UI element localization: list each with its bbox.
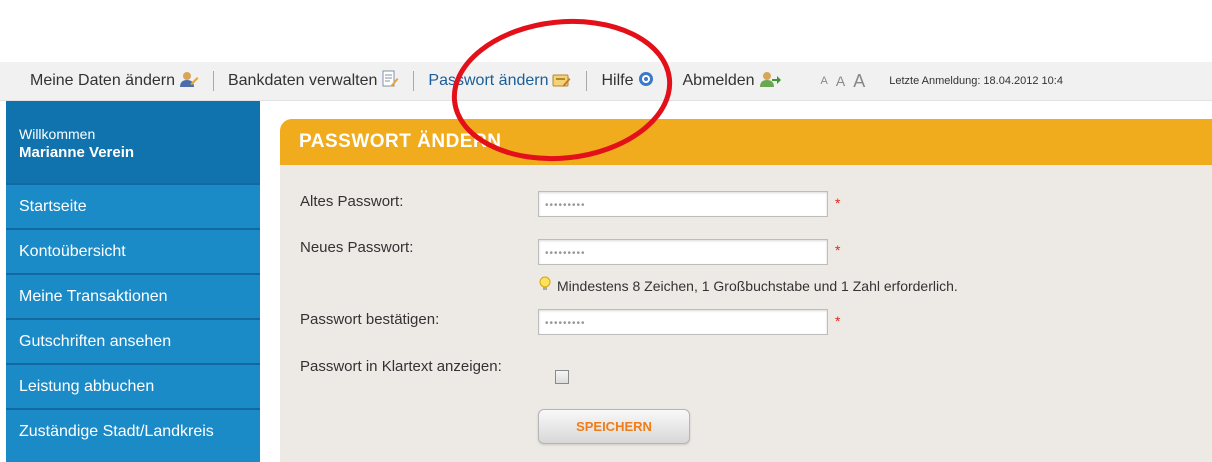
save-button[interactable]: SPEICHERN xyxy=(538,409,690,444)
annotation-circle xyxy=(451,18,673,162)
nav-item-meine-daten[interactable]: Meine Daten ändern xyxy=(30,70,199,93)
nav-item-abmelden[interactable]: Abmelden xyxy=(683,70,781,93)
nav-separator xyxy=(413,71,415,91)
old-password-input[interactable]: ••••••••• xyxy=(538,191,828,217)
welcome-text: Willkommen xyxy=(19,126,96,142)
password-hint-text: Mindestens 8 Zeichen, 1 Großbuchstabe un… xyxy=(557,277,958,294)
sidebar-item-label: Leistung abbuchen xyxy=(19,377,155,395)
sidebar-item-kontouebersicht[interactable]: Kontoübersicht xyxy=(6,228,260,273)
text-size-medium-button[interactable]: A xyxy=(836,73,845,89)
required-marker: * xyxy=(835,313,841,329)
password-change-panel: PASSWORT ÄNDERN Altes Passwort: ••••••••… xyxy=(280,119,1212,462)
nav-separator xyxy=(212,71,214,91)
nav-item-label: Meine Daten ändern xyxy=(30,72,175,89)
sidebar-item-leistung-abbuchen[interactable]: Leistung abbuchen xyxy=(6,363,260,408)
sidebar-item-startseite[interactable]: Startseite xyxy=(6,183,260,228)
password-hint: Mindestens 8 Zeichen, 1 Großbuchstabe un… xyxy=(538,276,958,295)
sidebar-item-label: Gutschriften ansehen xyxy=(19,332,172,350)
lightbulb-icon xyxy=(538,276,552,295)
logout-icon xyxy=(759,70,781,93)
sidebar-item-label: Kontoübersicht xyxy=(19,242,126,260)
sidebar-item-label: Zuständige Stadt/Landkreis xyxy=(19,422,214,440)
sidebar-item-zustaendige-stadt[interactable]: Zuständige Stadt/Landkreis xyxy=(6,408,260,453)
welcome-box: Willkommen Marianne Verein xyxy=(6,101,260,183)
nav-item-label: Abmelden xyxy=(682,72,755,89)
user-name: Marianne Verein xyxy=(19,144,135,161)
sidebar-item-gutschriften[interactable]: Gutschriften ansehen xyxy=(6,318,260,363)
last-login-text: Letzte Anmeldung: 18.04.2012 10:4 xyxy=(889,75,1063,87)
document-edit-icon xyxy=(381,70,399,93)
nav-item-label: Bankdaten verwalten xyxy=(227,72,378,89)
confirm-password-label: Passwort bestätigen: xyxy=(300,311,440,328)
sidebar-item-label: Meine Transaktionen xyxy=(19,287,168,305)
nav-item-bankdaten[interactable]: Bankdaten verwalten xyxy=(228,70,399,93)
confirm-password-input[interactable]: ••••••••• xyxy=(538,309,828,335)
show-password-checkbox[interactable] xyxy=(555,370,569,384)
text-size-small-button[interactable]: A xyxy=(821,75,828,87)
required-marker: * xyxy=(835,242,841,258)
new-password-label: Neues Passwort: xyxy=(300,239,414,256)
old-password-label: Altes Passwort: xyxy=(300,193,404,210)
sidebar-item-label: Startseite xyxy=(19,197,87,215)
new-password-input[interactable]: ••••••••• xyxy=(538,239,828,265)
sidebar-item-meine-transaktionen[interactable]: Meine Transaktionen xyxy=(6,273,260,318)
show-password-label: Passwort in Klartext anzeigen: xyxy=(300,358,502,375)
user-edit-icon xyxy=(179,70,199,93)
panel-title: PASSWORT ÄNDERN xyxy=(280,119,1212,165)
required-marker: * xyxy=(835,195,841,211)
text-size-large-button[interactable]: A xyxy=(853,71,865,92)
sidebar: Willkommen Marianne Verein Startseite Ko… xyxy=(6,101,260,462)
